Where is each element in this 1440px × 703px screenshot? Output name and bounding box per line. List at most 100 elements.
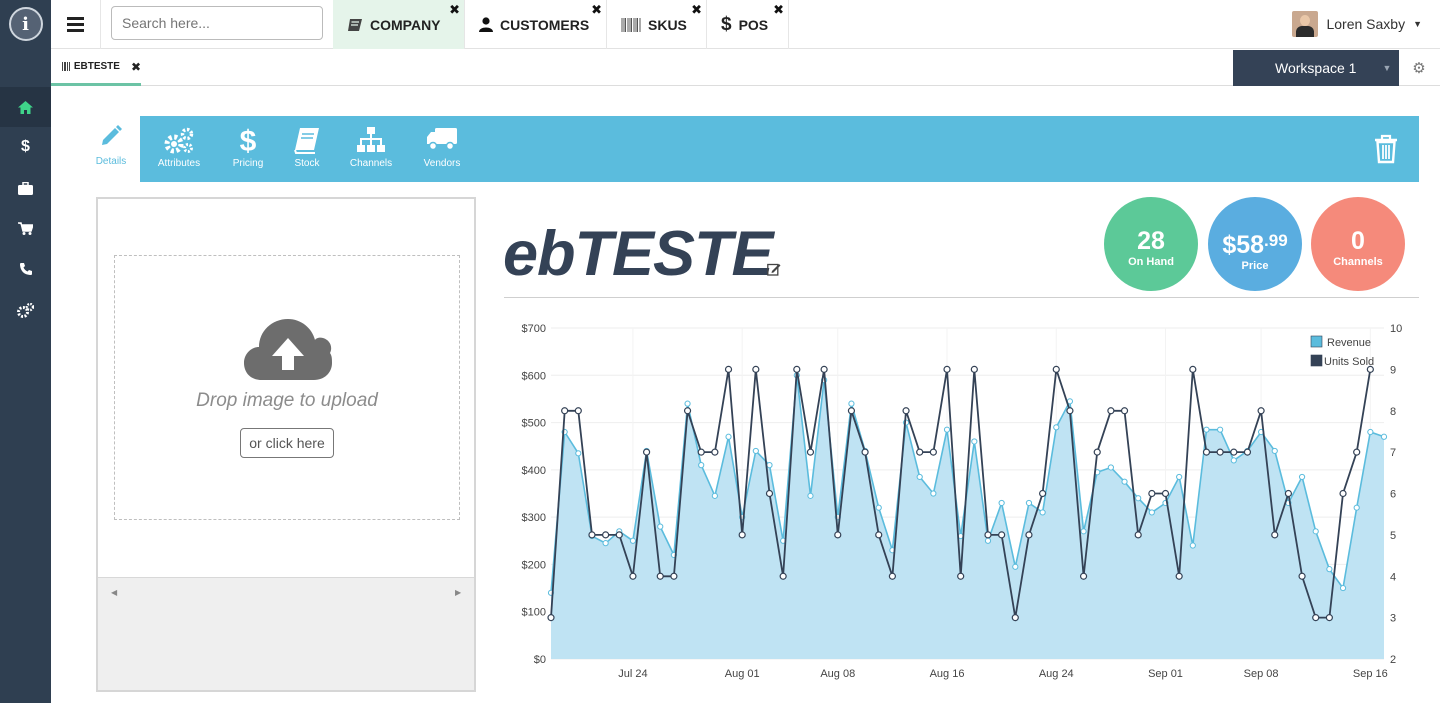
units-sold-point (547, 614, 555, 622)
revenue-point (629, 537, 637, 544)
tab-customers[interactable]: CUSTOMERS ✖ (465, 0, 607, 49)
revenue-point (1080, 528, 1087, 535)
units-sold-point (561, 407, 569, 415)
units-sold-point (1216, 448, 1224, 456)
close-icon[interactable]: ✖ (449, 2, 460, 18)
click-to-upload-button[interactable]: or click here (240, 428, 334, 458)
price-dollars: $58 (1222, 231, 1265, 259)
product-title: ebTESTE (503, 219, 774, 289)
revenue-point (1189, 542, 1196, 549)
units-sold-point (683, 407, 692, 415)
channels-badge: 0 Channels (1311, 197, 1405, 291)
units-sold-point (1120, 407, 1129, 415)
units-sold-point (574, 407, 582, 415)
price-value: $58.99 (1208, 228, 1302, 258)
close-icon[interactable]: ✖ (131, 60, 141, 74)
document-tab-ebteste[interactable]: EBTESTE ✖ (51, 50, 141, 86)
units-sold-point (602, 531, 610, 539)
sitemap-icon (345, 126, 397, 158)
cart-icon[interactable] (0, 208, 51, 248)
user-menu[interactable]: Loren Saxby ▼ (1292, 10, 1422, 38)
units-sold-point (1107, 407, 1115, 415)
units-sold-point (1011, 614, 1019, 622)
menu-icon (67, 23, 84, 26)
scroll-right-icon[interactable]: ▶ (455, 588, 461, 597)
revenue-point (1217, 426, 1224, 433)
edit-icon[interactable] (767, 262, 781, 276)
revenue-point (684, 400, 691, 407)
logo-icon: i (8, 7, 43, 41)
tab-label: Stock (294, 158, 320, 169)
close-icon[interactable]: ✖ (691, 2, 702, 18)
side-navigation: i $ (0, 0, 51, 703)
chart-legend: Revenue Units Sold (1310, 335, 1374, 368)
tab-company[interactable]: COMPANY ✖ (333, 0, 465, 49)
units-sold-point (1093, 448, 1101, 456)
close-icon[interactable]: ✖ (591, 2, 602, 18)
units-sold-point (916, 448, 924, 456)
revenue-point (1203, 426, 1210, 433)
revenue-point (766, 462, 773, 469)
revenue-point (984, 537, 992, 544)
revenue-legend-swatch (1310, 335, 1323, 348)
units-sold-point (984, 531, 992, 539)
scroll-left-icon[interactable]: ◀ (111, 588, 117, 597)
caret-down-icon: ▼ (1382, 63, 1392, 73)
x-tick-label: Aug 08 (820, 668, 855, 680)
phone-icon[interactable] (0, 249, 51, 289)
avatar (1292, 11, 1319, 37)
tab-skus[interactable]: SKUS ✖ (607, 0, 707, 49)
x-tick-label: Aug 01 (725, 668, 760, 680)
settings-gear-icon[interactable]: ⚙ (1409, 50, 1429, 86)
units-sold-point (752, 365, 760, 373)
briefcase-icon[interactable] (0, 168, 51, 208)
y-tick-label: $600 (522, 370, 546, 382)
revenue-point (930, 490, 937, 497)
trash-icon[interactable] (1373, 134, 1399, 164)
on-hand-label: On Hand (1128, 256, 1174, 268)
units-legend-label: Units Sold (1324, 356, 1374, 368)
drop-image-text: Drop image to upload (196, 390, 378, 411)
tab-attributes[interactable]: Attributes (151, 116, 207, 182)
tab-stock[interactable]: Stock (287, 116, 327, 182)
units-sold-point (1161, 489, 1170, 498)
tab-channels[interactable]: Channels (345, 116, 397, 182)
image-dropzone[interactable]: Drop image to upload or click here (114, 255, 460, 520)
units-sold-point (1066, 407, 1074, 415)
tab-pos[interactable]: $ POS ✖ (707, 0, 789, 49)
home-icon[interactable] (0, 87, 51, 127)
units-sold-point (793, 365, 801, 373)
x-tick-label: Sep 16 (1353, 668, 1388, 680)
revenue-point (1148, 509, 1155, 516)
units-sold-point (806, 448, 815, 456)
x-tick-label: Sep 08 (1244, 668, 1279, 680)
tab-details[interactable]: Details (88, 118, 134, 178)
units-sold-point (1039, 489, 1047, 498)
close-icon[interactable]: ✖ (773, 2, 784, 18)
tab-vendors[interactable]: Vendors (419, 116, 465, 182)
gears-icon[interactable] (0, 290, 51, 330)
dollar-icon[interactable]: $ (0, 127, 51, 167)
document-tab-label: EBTESTE (73, 61, 120, 72)
units-sold-point (738, 531, 746, 539)
app-logo[interactable]: i (0, 0, 51, 48)
units-sold-point (1148, 489, 1156, 498)
units-sold-point (1339, 489, 1347, 498)
units-sold-point (1079, 572, 1088, 580)
workspace-select[interactable]: Workspace 1 ▼ (1233, 50, 1399, 86)
user-icon (479, 17, 493, 32)
hamburger-menu-button[interactable] (51, 0, 101, 49)
gears-icon (151, 126, 207, 158)
search-input[interactable] (111, 6, 323, 40)
image-upload-panel: Drop image to upload or click here ◀ ▶ (96, 197, 476, 692)
cloud-upload-icon (244, 319, 332, 380)
revenue-point (848, 400, 855, 407)
revenue-point (752, 447, 759, 455)
revenue-point (1367, 428, 1374, 436)
revenue-point (698, 462, 705, 469)
y-tick-label: $400 (522, 465, 546, 477)
tab-label: CUSTOMERS (500, 16, 590, 33)
revenue-point (657, 523, 664, 530)
tab-pricing[interactable]: $ Pricing (228, 116, 268, 182)
revenue-point (711, 492, 718, 499)
